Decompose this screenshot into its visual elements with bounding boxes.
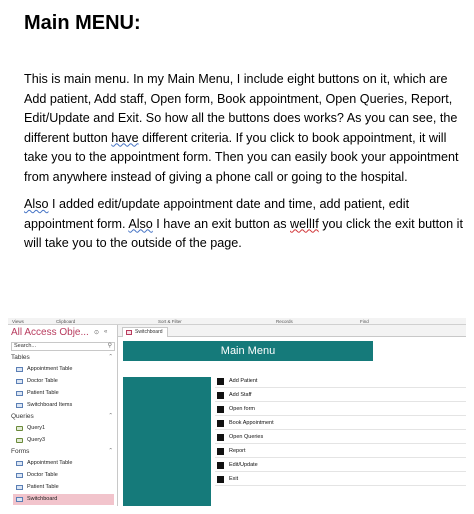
grammar-mark-have: have [111,130,139,145]
nav-group-label: Tables [11,354,30,361]
book-appointment-button[interactable]: Book Appointment [215,417,466,430]
chevron-up-icon: ⌃ [108,354,113,360]
chevron-up-icon: ⌃ [108,448,113,454]
nav-group-tables[interactable]: Tables ⌃ [11,354,115,361]
search-icon: ⚲ [107,343,112,349]
document-heading: Main MENU: [24,12,141,34]
table-icon [16,391,23,396]
nav-search-input[interactable]: Search... ⚲ [11,342,115,351]
report-button[interactable]: Report [215,445,466,458]
teal-side-panel [123,377,211,506]
table-icon [16,403,23,408]
nav-group-label: Queries [11,413,34,420]
form-icon [16,485,23,490]
edit-update-button[interactable]: Edit/Update [215,459,466,472]
nav-search-placeholder: Search... [14,343,37,349]
collapse-icon[interactable]: « [104,329,107,335]
button-square-icon [217,434,224,441]
button-square-icon [217,420,224,427]
form-icon [126,330,132,335]
nav-item-form-doctor-table[interactable]: Doctor Table [13,470,114,481]
button-square-icon [217,406,224,413]
tab-label: Switchboard [135,329,163,335]
spelling-mark-wellif: wellIf [290,216,319,231]
open-queries-button[interactable]: Open Queries [215,431,466,444]
add-staff-button[interactable]: Add Staff [215,389,466,402]
main-menu-banner: Main Menu [123,341,373,361]
nav-item-form-patient-table[interactable]: Patient Table [13,482,114,493]
button-square-icon [217,378,224,385]
add-patient-button[interactable]: Add Patient [215,375,466,388]
form-icon [16,473,23,478]
button-square-icon [217,448,224,455]
ribbon-label-find: Find [360,319,369,324]
document-body: This is main menu. In my Main Menu, I in… [24,70,464,262]
grammar-mark-also-1: Also [24,197,49,211]
chevron-up-icon: ⌃ [108,413,113,419]
query-icon [16,438,23,443]
table-icon [16,379,23,384]
ribbon-label-sort-filter: Sort & Filter [158,319,182,324]
form-icon [16,461,23,466]
paragraph-1: This is main menu. In my Main Menu, I in… [24,70,464,187]
form-icon [16,497,23,502]
ribbon-label-views: Views [12,319,24,324]
button-square-icon [217,476,224,483]
nav-pane-title[interactable]: All Access Obje... [11,327,89,338]
nav-group-queries[interactable]: Queries ⌃ [11,413,115,420]
switchboard-form: Main Menu Add Patient Add Staff Open for… [118,337,466,506]
tab-switchboard[interactable]: Switchboard [122,327,168,337]
access-screenshot: Views Clipboard Sort & Filter Records Fi… [8,318,466,506]
paragraph-2-text-b: I have an exit button as [152,216,291,231]
button-square-icon [217,462,224,469]
button-square-icon [217,392,224,399]
nav-item-query3[interactable]: Query3 [13,435,114,446]
nav-item-doctor-table[interactable]: Doctor Table [13,376,114,387]
ribbon-label-records: Records [276,319,293,324]
exit-button[interactable]: Exit [215,473,466,486]
paragraph-2: Also I added edit/update appointment dat… [24,195,464,254]
nav-item-switchboard-items[interactable]: Switchboard Items [13,400,114,411]
nav-item-form-appointment-table[interactable]: Appointment Table [13,458,114,469]
navigation-pane: All Access Obje... ⊙ « Search... ⚲ Table… [8,325,118,506]
nav-item-switchboard[interactable]: Switchboard [13,494,114,505]
ribbon-label-clipboard: Clipboard [56,319,76,324]
dropdown-circle-icon[interactable]: ⊙ [94,329,99,336]
table-icon [16,367,23,372]
nav-item-query1[interactable]: Query1 [13,423,114,434]
query-icon [16,426,23,431]
document-tab-bar: Switchboard [118,325,466,337]
grammar-mark-also-2: Also [128,216,153,231]
nav-item-patient-table[interactable]: Patient Table [13,388,114,399]
nav-item-appointment-table[interactable]: Appointment Table [13,364,114,375]
open-form-button[interactable]: Open form [215,403,466,416]
nav-group-label: Forms [11,448,30,455]
ribbon-strip: Views Clipboard Sort & Filter Records Fi… [8,318,466,325]
nav-group-forms[interactable]: Forms ⌃ [11,448,115,455]
